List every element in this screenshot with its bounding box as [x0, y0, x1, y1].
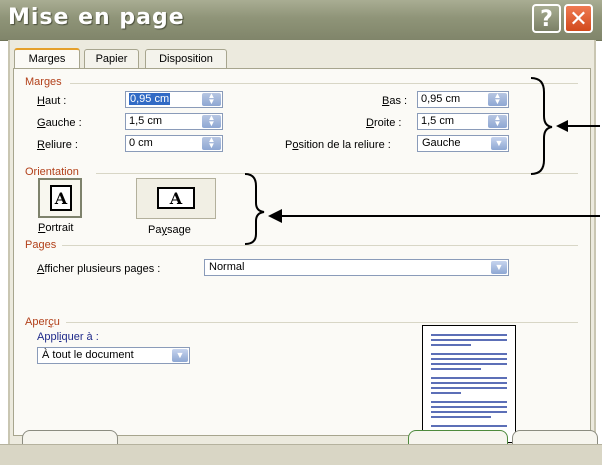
annotation-overlay — [244, 77, 600, 245]
bottom-left-button[interactable] — [22, 430, 118, 444]
bottom-ok-button[interactable] — [408, 430, 508, 444]
orientation-arrowhead — [268, 209, 282, 223]
marges-brace — [530, 77, 553, 175]
orientation-brace — [244, 173, 265, 245]
marges-arrowhead — [556, 120, 568, 132]
bottom-strip — [0, 444, 602, 465]
bottom-cancel-button[interactable] — [512, 430, 598, 444]
